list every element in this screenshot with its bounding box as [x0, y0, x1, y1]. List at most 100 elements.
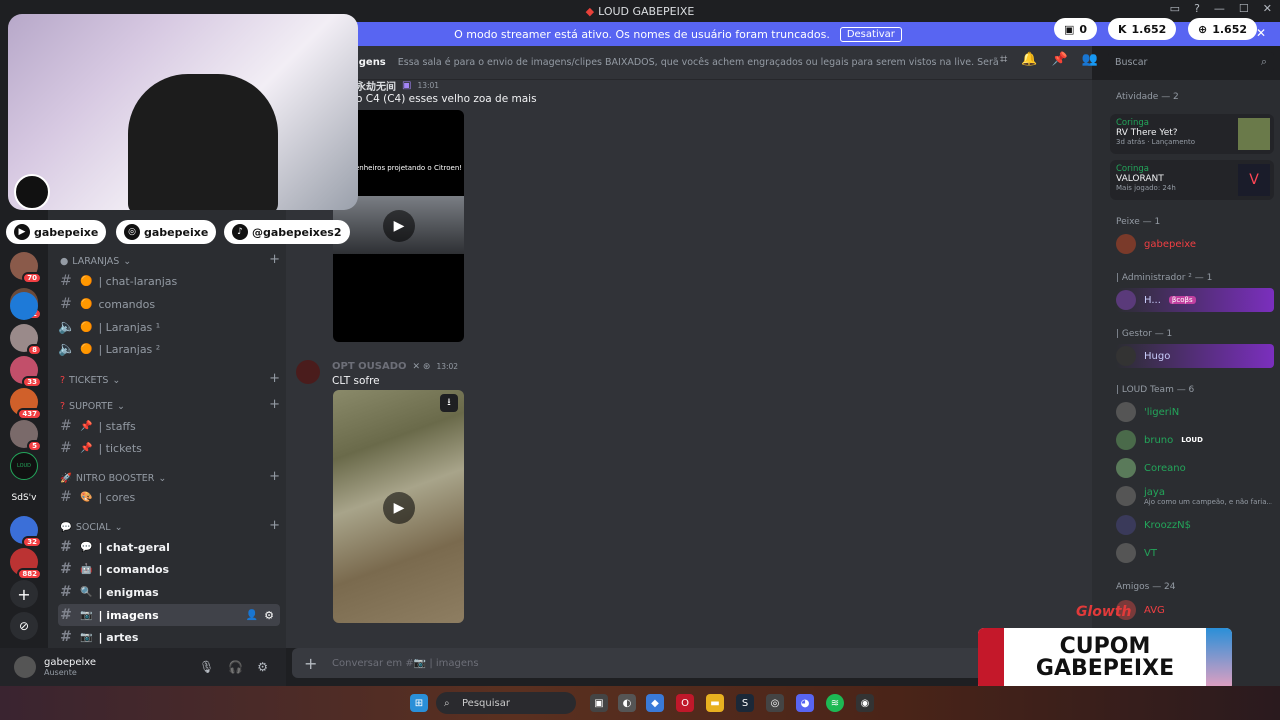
close-window-icon[interactable]: ✕ — [1263, 2, 1272, 15]
member-item[interactable]: H... βcοβs — [1116, 288, 1274, 312]
app-icon[interactable]: ◐ — [618, 694, 636, 712]
member-item[interactable]: AVG — [1116, 598, 1268, 622]
server-icon[interactable]: 882 — [10, 548, 42, 580]
inbox-icon[interactable]: ▭ — [1170, 2, 1180, 15]
add-channel-icon[interactable]: + — [269, 252, 280, 267]
channel-staffs[interactable]: # 📌 | staffs — [58, 415, 280, 437]
play-icon[interactable]: ▶ — [383, 210, 415, 242]
member-item[interactable]: VT — [1116, 541, 1268, 565]
coupon-line2: GABEPEIXE — [1035, 656, 1175, 681]
member-item[interactable]: 'ligeriN — [1116, 400, 1268, 424]
member-item[interactable]: gabepeixe — [1116, 232, 1268, 256]
role-header: Peixe — 1 — [1116, 217, 1161, 227]
channel-comandos-social[interactable]: # 🤖 | comandos — [58, 558, 280, 580]
avatar — [1116, 402, 1136, 422]
settings-gear-icon[interactable]: ⚙ — [264, 609, 274, 622]
channel-comandos[interactable]: # 🟠 comandos — [58, 293, 280, 315]
member-item[interactable]: bruno LOUD — [1116, 428, 1268, 452]
server-icon[interactable]: 8 — [10, 324, 42, 356]
pin-icon[interactable]: 📌 — [1052, 52, 1068, 67]
app-icon[interactable]: ◉ — [856, 694, 874, 712]
channel-imagens[interactable]: # 📷 | imagens 👤 ⚙ — [58, 604, 280, 626]
add-channel-icon[interactable]: + — [269, 397, 280, 412]
add-channel-icon[interactable]: + — [269, 371, 280, 386]
play-icon[interactable]: ▶ — [383, 492, 415, 524]
add-attachment-icon[interactable]: + — [304, 654, 317, 673]
steam-icon[interactable]: S — [736, 694, 754, 712]
activity-card[interactable]: Coringa VALORANT Mais jogado: 24h V — [1110, 160, 1274, 200]
server-icon[interactable]: 70 — [10, 252, 42, 284]
channel-enigmas[interactable]: # 🔍 | enigmas — [58, 581, 280, 603]
headphones-icon[interactable]: 🎧 — [228, 660, 243, 674]
spotify-icon[interactable]: ≋ — [826, 694, 844, 712]
avatar[interactable] — [296, 360, 320, 384]
server-icon[interactable]: 5 — [10, 420, 42, 452]
channel-cores[interactable]: # 🎨 | cores — [58, 486, 280, 508]
server-icon[interactable]: SdS'v — [10, 484, 38, 512]
add-member-icon[interactable]: 👤 — [246, 610, 258, 621]
pin-icon: 📌 — [80, 420, 93, 432]
palette-icon: 🎨 — [80, 491, 93, 503]
channel-header: agens Essa sala é para o envio de imagen… — [286, 46, 1092, 80]
category-nitro-booster[interactable]: 🚀 NITRO BOOSTER ⌄ + — [60, 469, 280, 484]
windows-start-icon[interactable]: ⊞ — [410, 694, 428, 712]
minimize-icon[interactable]: — — [1214, 2, 1225, 15]
message-author[interactable]: 永劫无间 — [356, 78, 396, 93]
taskbar-search[interactable]: ⌕ Pesquisar — [436, 692, 576, 714]
hash-icon: # — [60, 629, 72, 645]
category-social[interactable]: 💬 SOCIAL ⌄ + — [60, 518, 280, 533]
server-icon[interactable]: 437 — [10, 388, 42, 420]
category-suporte[interactable]: ? SUPORTE ⌄ + — [60, 397, 280, 412]
message-input[interactable]: + Conversar em #📷 | imagens — [292, 648, 1086, 678]
channel-chat-geral[interactable]: # 💬 | chat-geral — [58, 536, 280, 558]
opera-icon[interactable]: O — [676, 694, 694, 712]
member-item[interactable]: KroozzN$ — [1116, 513, 1268, 537]
explore-icon[interactable]: ⊘ — [10, 612, 38, 640]
disable-streamer-mode-button[interactable]: Desativar — [839, 26, 902, 42]
maximize-icon[interactable]: ☐ — [1239, 2, 1249, 15]
server-icon[interactable] — [10, 292, 38, 320]
streamer-figure — [128, 74, 278, 210]
globe-pill: ⊕ 1.652 — [1188, 18, 1258, 40]
task-view-icon[interactable]: ▣ — [590, 694, 608, 712]
help-icon[interactable]: ? — [1194, 2, 1200, 15]
speaker-icon: 🔈 — [58, 319, 76, 335]
avatar[interactable] — [14, 656, 36, 678]
channel-laranjas-2[interactable]: 🔈 🟠 | Laranjas ² — [58, 338, 280, 360]
member-item[interactable]: Hugo — [1116, 344, 1274, 368]
download-icon[interactable]: ⭳ — [440, 394, 458, 412]
threads-icon[interactable]: ⌗ — [1000, 52, 1007, 67]
category-laranjas[interactable]: ● LARANJAS ⌄ + — [60, 252, 280, 267]
members-icon[interactable]: 👥 — [1082, 52, 1098, 67]
category-tickets[interactable]: ? TICKETS ⌄ + — [60, 371, 280, 386]
close-bar-icon[interactable]: ✕ — [1256, 26, 1266, 40]
settings-gear-icon[interactable]: ⚙ — [257, 660, 268, 674]
avatar — [1116, 234, 1136, 254]
search-input[interactable]: Buscar ⌕ — [1108, 52, 1274, 72]
bell-icon[interactable]: 🔔 — [1021, 52, 1037, 67]
channel-tickets[interactable]: # 📌 | tickets — [58, 437, 280, 459]
channel-chat-laranjas[interactable]: # 🟠 | chat-laranjas — [58, 270, 280, 292]
question-icon: ? — [60, 375, 66, 386]
file-explorer-icon[interactable]: ▬ — [706, 694, 724, 712]
server-icon[interactable]: 33 — [10, 356, 42, 388]
add-channel-icon[interactable]: + — [269, 469, 280, 484]
copilot-icon[interactable]: ◆ — [646, 694, 664, 712]
k-value: 1.652 — [1131, 22, 1167, 36]
video-attachment[interactable]: ⭳ ▶ — [333, 390, 464, 623]
activity-card[interactable]: Coringa RV There Yet? 3d atrás · Lançame… — [1110, 114, 1274, 154]
add-server-icon[interactable]: + — [10, 580, 38, 608]
microphone-icon[interactable]: 🎙 — [199, 660, 214, 674]
message-author[interactable]: OPT OUSADO — [332, 361, 407, 372]
user-status: Ausente — [44, 668, 77, 677]
channel-laranjas-1[interactable]: 🔈 🟠 | Laranjas ¹ — [58, 316, 280, 338]
channel-artes[interactable]: # 📷 | artes — [58, 626, 280, 648]
member-item[interactable]: jaya Ajo como um campeão, e não faria... — [1116, 484, 1272, 508]
loud-server-icon[interactable]: LOUD — [10, 452, 38, 480]
avatar — [1116, 346, 1136, 366]
app-icon[interactable]: ◎ — [766, 694, 784, 712]
discord-icon[interactable]: ◕ — [796, 694, 814, 712]
member-item[interactable]: Coreano — [1116, 456, 1268, 480]
add-channel-icon[interactable]: + — [269, 518, 280, 533]
server-icon[interactable]: 32 — [10, 516, 42, 548]
